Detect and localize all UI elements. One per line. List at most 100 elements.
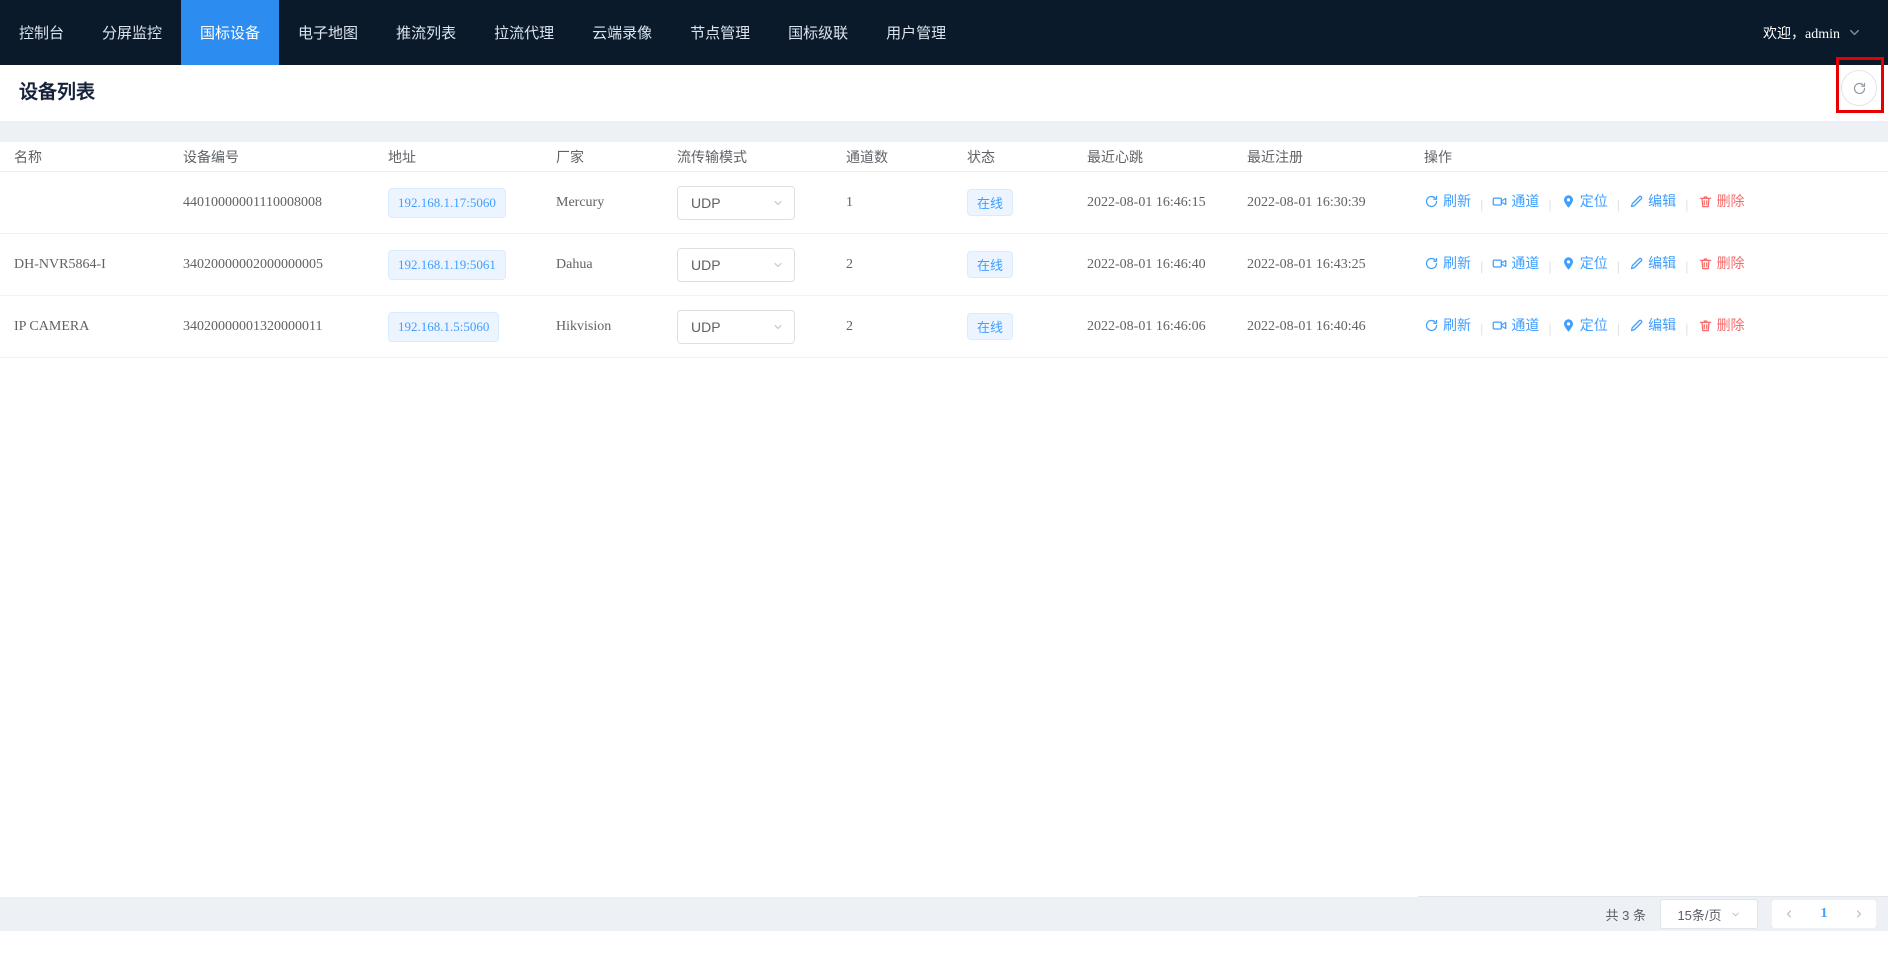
separator: | (1685, 259, 1688, 274)
row-refresh-button[interactable]: 刷新 (1424, 191, 1471, 211)
table-row: DH-NVR5864-I 34020000002000000005 192.16… (0, 234, 1888, 296)
current-page[interactable]: 1 (1807, 900, 1842, 928)
stream-mode-select[interactable]: UDP (677, 310, 795, 344)
nav-tab-gb-cascade[interactable]: 国标级联 (769, 0, 867, 65)
device-table: 名称 设备编号 地址 厂家 流传输模式 通道数 状态 最近心跳 最近注册 操作 … (0, 142, 1888, 358)
stream-mode-select[interactable]: UDP (677, 248, 795, 282)
status-badge: 在线 (967, 189, 1013, 216)
row-channels-button[interactable]: 通道 (1492, 315, 1539, 335)
col-header-registered: 最近注册 (1247, 142, 1424, 172)
page-size-select[interactable]: 15条/页 (1660, 899, 1758, 929)
row-delete-button[interactable]: 删除 (1698, 315, 1745, 335)
col-header-status: 状态 (967, 142, 1087, 172)
device-list-page: { "colors": { "nav_bg": "#0a1a2b", "acti… (0, 0, 1888, 970)
nav-tabs: 控制台 分屏监控 国标设备 电子地图 推流列表 拉流代理 云端录像 节点管理 国… (0, 0, 965, 65)
nav-tab-split-screen[interactable]: 分屏监控 (83, 0, 181, 65)
separator: | (1617, 197, 1620, 212)
edit-pencil-icon (1629, 318, 1644, 333)
status-badge: 在线 (967, 251, 1013, 278)
nav-tab-node-manage[interactable]: 节点管理 (671, 0, 769, 65)
video-camera-icon (1492, 318, 1507, 333)
address-cell: 192.168.1.19:5061 (388, 234, 556, 296)
col-header-device-id: 设备编号 (183, 142, 388, 172)
chevron-down-icon (772, 321, 784, 333)
row-delete-button[interactable]: 删除 (1698, 191, 1745, 211)
username: admin (1805, 27, 1840, 42)
row-refresh-button[interactable]: 刷新 (1424, 315, 1471, 335)
channels-cell: 2 (846, 296, 967, 358)
address-tag[interactable]: 192.168.1.17:5060 (388, 188, 506, 218)
separator: | (1480, 321, 1483, 336)
refresh-icon (1424, 318, 1439, 333)
trash-icon (1698, 318, 1713, 333)
stream-mode-cell: UDP (677, 234, 846, 296)
nav-tab-cloud-record[interactable]: 云端录像 (573, 0, 671, 65)
refresh-list-button[interactable] (1841, 70, 1877, 106)
row-refresh-button[interactable]: 刷新 (1424, 253, 1471, 273)
stream-mode-cell: UDP (677, 296, 846, 358)
nav-tab-e-map[interactable]: 电子地图 (279, 0, 377, 65)
heartbeat-cell: 2022-08-01 16:46:40 (1087, 234, 1247, 296)
actions-cell: 刷新|通道|定位|编辑|删除 (1424, 172, 1888, 234)
refresh-icon (1424, 256, 1439, 271)
address-tag[interactable]: 192.168.1.19:5061 (388, 250, 506, 280)
next-page-button[interactable] (1841, 900, 1876, 928)
edit-pencil-icon (1629, 194, 1644, 209)
refresh-icon (1424, 194, 1439, 209)
status-badge: 在线 (967, 313, 1013, 340)
row-edit-button[interactable]: 编辑 (1629, 253, 1676, 273)
page-title: 设备列表 (19, 65, 95, 121)
col-header-stream-mode: 流传输模式 (677, 142, 846, 172)
heartbeat-cell: 2022-08-01 16:46:06 (1087, 296, 1247, 358)
col-header-heartbeat: 最近心跳 (1087, 142, 1247, 172)
actions-cell: 刷新|通道|定位|编辑|删除 (1424, 296, 1888, 358)
row-edit-button[interactable]: 编辑 (1629, 315, 1676, 335)
row-locate-button[interactable]: 定位 (1561, 191, 1608, 211)
trash-icon (1698, 256, 1713, 271)
heartbeat-cell: 2022-08-01 16:46:15 (1087, 172, 1247, 234)
top-nav: 控制台 分屏监控 国标设备 电子地图 推流列表 拉流代理 云端录像 节点管理 国… (0, 0, 1888, 65)
status-cell: 在线 (967, 172, 1087, 234)
address-tag[interactable]: 192.168.1.5:5060 (388, 312, 499, 342)
row-locate-button[interactable]: 定位 (1561, 315, 1608, 335)
address-cell: 192.168.1.5:5060 (388, 296, 556, 358)
actions-cell: 刷新|通道|定位|编辑|删除 (1424, 234, 1888, 296)
chevron-down-icon (1847, 25, 1862, 40)
nav-tab-gb-devices[interactable]: 国标设备 (181, 0, 279, 65)
stream-mode-select[interactable]: UDP (677, 186, 795, 220)
separator: | (1617, 321, 1620, 336)
total-count: 共 3 条 (1606, 905, 1646, 924)
col-header-address: 地址 (388, 142, 556, 172)
device-id-cell: 44010000001110008008 (183, 172, 388, 234)
channels-cell: 2 (846, 234, 967, 296)
name-cell: DH-NVR5864-I (0, 234, 183, 296)
nav-tab-push-list[interactable]: 推流列表 (377, 0, 475, 65)
row-channels-button[interactable]: 通道 (1492, 253, 1539, 273)
device-id-cell: 34020000002000000005 (183, 234, 388, 296)
row-channels-button[interactable]: 通道 (1492, 191, 1539, 211)
row-edit-button[interactable]: 编辑 (1629, 191, 1676, 211)
prev-page-button[interactable] (1772, 900, 1807, 928)
row-delete-button[interactable]: 删除 (1698, 253, 1745, 273)
separator: | (1548, 197, 1551, 212)
nav-tab-console[interactable]: 控制台 (0, 0, 83, 65)
nav-tab-user-manage[interactable]: 用户管理 (867, 0, 965, 65)
nav-tab-pull-proxy[interactable]: 拉流代理 (475, 0, 573, 65)
col-header-channels: 通道数 (846, 142, 967, 172)
row-locate-button[interactable]: 定位 (1561, 253, 1608, 273)
device-id-cell: 34020000001320000011 (183, 296, 388, 358)
location-pin-icon (1561, 318, 1576, 333)
welcome-text: 欢迎，admin (1763, 23, 1840, 43)
chevron-right-icon (1853, 908, 1865, 920)
video-camera-icon (1492, 194, 1507, 209)
refresh-icon (1852, 81, 1867, 96)
trash-icon (1698, 194, 1713, 209)
registered-cell: 2022-08-01 16:43:25 (1247, 234, 1424, 296)
vendor-cell: Mercury (556, 172, 677, 234)
separator: | (1480, 259, 1483, 274)
user-menu[interactable]: 欢迎，admin (1763, 0, 1888, 65)
separator: | (1685, 321, 1688, 336)
vendor-cell: Hikvision (556, 296, 677, 358)
pagination-bar: 共 3 条 15条/页 1 (0, 897, 1888, 931)
status-cell: 在线 (967, 234, 1087, 296)
